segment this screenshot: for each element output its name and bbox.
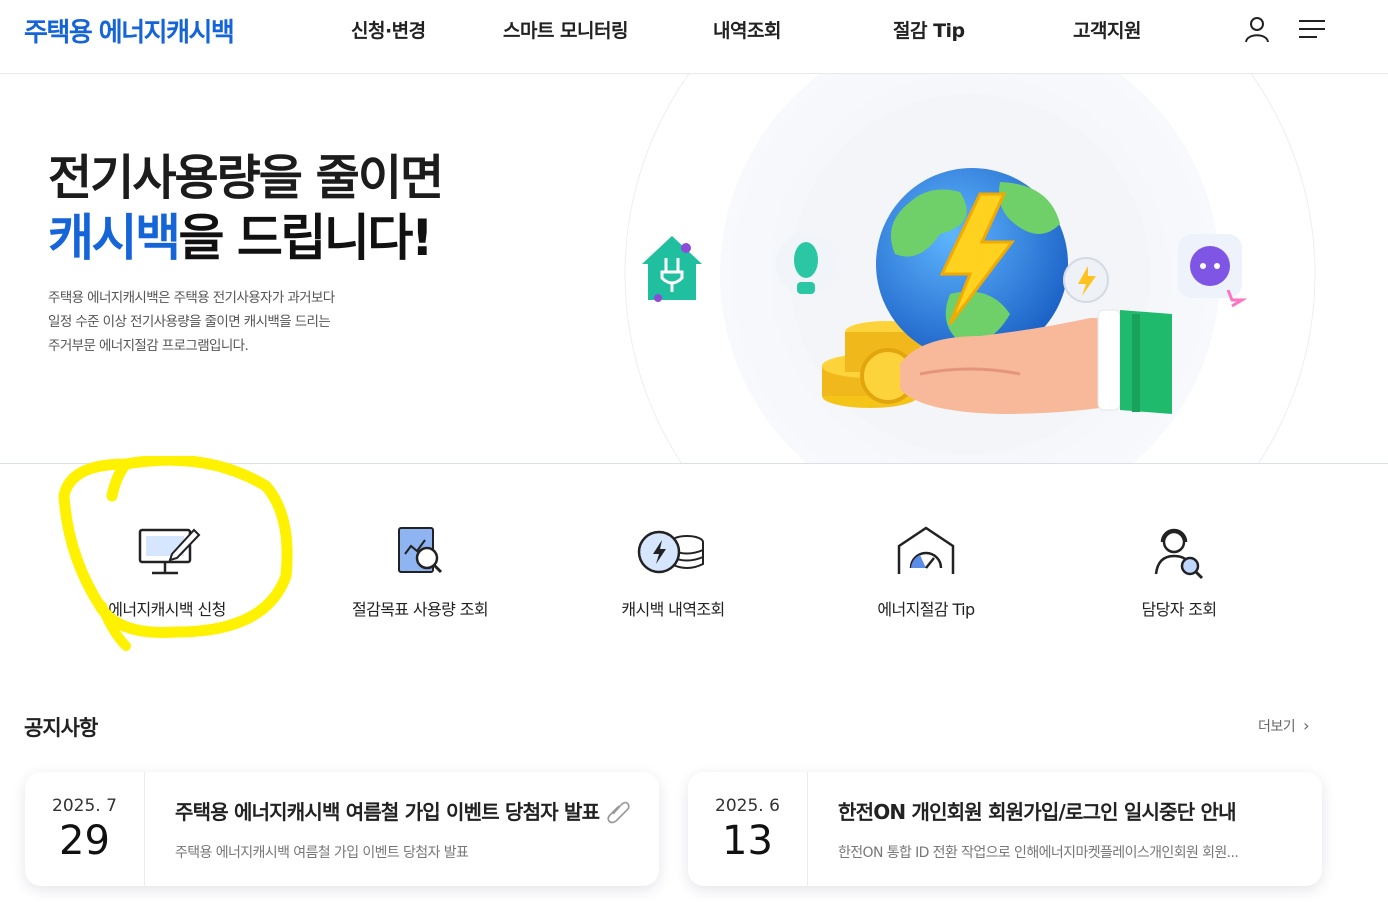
nav-customer-support[interactable]: 고객지원 bbox=[1073, 16, 1141, 43]
house-gauge-icon bbox=[897, 526, 955, 574]
hero-title-rest: 을 드립니다! bbox=[178, 209, 434, 267]
bolt-badge-icon bbox=[1063, 257, 1109, 303]
hero-description: 주택용 에너지캐시백은 주택용 전기사용자가 과거보다 일정 수준 이상 전기사… bbox=[48, 286, 335, 358]
user-icon[interactable] bbox=[1242, 14, 1272, 44]
paperclip-icon bbox=[607, 801, 630, 824]
quick-menu-label-saving-tip: 에너지절감 Tip bbox=[877, 600, 975, 619]
notice-summary: 주택용 에너지캐시백 여름철 가입 이벤트 당첨자 발표 bbox=[175, 845, 469, 861]
quick-menu-label-apply: 에너지캐시백 신청 bbox=[108, 600, 226, 619]
chevron-right-icon: › bbox=[1303, 716, 1309, 735]
notice-year-month: 2025. 6 bbox=[715, 796, 780, 816]
document-chart-search-icon bbox=[398, 527, 443, 574]
nav-saving-tip[interactable]: 절감 Tip bbox=[893, 16, 965, 43]
notice-year-month: 2025. 7 bbox=[52, 796, 117, 816]
hero-title-accent: 캐시백 bbox=[48, 209, 181, 267]
notice-more-link[interactable]: 더보기 › bbox=[1258, 716, 1309, 736]
notice-date: 2025. 6 13 bbox=[688, 772, 808, 886]
nav-apply-change[interactable]: 신청·변경 bbox=[351, 16, 426, 43]
hamburger-menu-icon[interactable] bbox=[1297, 14, 1327, 44]
notice-headline: 주택용 에너지캐시백 여름철 가입 이벤트 당첨자 발표 bbox=[175, 800, 600, 824]
notice-summary: 한전ON 통합 ID 전환 작업으로 인해에너지마켓플레이스개인회원 회원... bbox=[838, 845, 1239, 861]
more-link-label: 더보기 bbox=[1258, 719, 1296, 735]
quick-menu-energy-saving-tip[interactable]: 에너지절감 Tip bbox=[816, 524, 1036, 644]
notice-section-title: 공지사항 bbox=[24, 716, 98, 740]
notice-card[interactable]: 2025. 6 13 한전ON 개인회원 회원가입/로그인 일시중단 안내 한전… bbox=[688, 772, 1322, 886]
hero-desc-line2: 일정 수준 이상 전기사용량을 줄이면 캐시백을 드리는 bbox=[48, 314, 331, 330]
nav-smart-monitoring[interactable]: 스마트 모니터링 bbox=[503, 16, 628, 43]
site-logo[interactable]: 주택용 에너지캐시백 bbox=[24, 12, 235, 49]
notice-date: 2025. 7 29 bbox=[25, 772, 145, 886]
quick-menu-saving-target-usage[interactable]: 절감목표 사용량 조회 bbox=[310, 524, 530, 644]
notice-headline: 한전ON 개인회원 회원가입/로그인 일시중단 안내 bbox=[838, 800, 1237, 824]
quick-menu-cashback-history[interactable]: 캐시백 내역조회 bbox=[563, 524, 783, 644]
hero-desc-line3: 주거부문 에너지절감 프로그램입니다. bbox=[48, 338, 249, 354]
site-header: 주택용 에너지캐시백 신청·변경 스마트 모니터링 내역조회 절감 Tip 고객… bbox=[0, 0, 1388, 74]
smart-house-icon bbox=[642, 236, 702, 302]
bolt-coins-icon bbox=[637, 530, 704, 574]
leaf-bulb-icon bbox=[776, 234, 836, 294]
support-agent-search-icon bbox=[1154, 528, 1204, 580]
quick-menu-label-saving-target: 절감목표 사용량 조회 bbox=[351, 600, 489, 619]
hero-title-line2: 캐시백을 드립니다! bbox=[48, 198, 434, 270]
hero-section: 전기사용량을 줄이면 캐시백을 드립니다! 주택용 에너지캐시백은 주택용 전기… bbox=[0, 74, 1388, 464]
quick-menu-manager-search[interactable]: 담당자 조회 bbox=[1069, 524, 1289, 644]
hero-desc-line1: 주택용 에너지캐시백은 주택용 전기사용자가 과거보다 bbox=[48, 290, 335, 306]
globe-lightning-hand-coins-illustration bbox=[624, 74, 1316, 463]
monitor-pen-icon bbox=[138, 528, 201, 575]
notice-day: 13 bbox=[722, 818, 773, 864]
quick-menu-label-manager: 담당자 조회 bbox=[1141, 600, 1217, 619]
notice-day: 29 bbox=[59, 818, 110, 864]
quick-menu-label-cashback-history: 캐시백 내역조회 bbox=[621, 600, 725, 619]
notice-card[interactable]: 2025. 7 29 주택용 에너지캐시백 여름철 가입 이벤트 당첨자 발표 … bbox=[25, 772, 659, 886]
nav-history[interactable]: 내역조회 bbox=[713, 16, 781, 43]
quick-menu-energy-cashback-apply[interactable]: 에너지캐시백 신청 bbox=[57, 524, 277, 644]
power-socket-icon bbox=[1178, 234, 1248, 308]
